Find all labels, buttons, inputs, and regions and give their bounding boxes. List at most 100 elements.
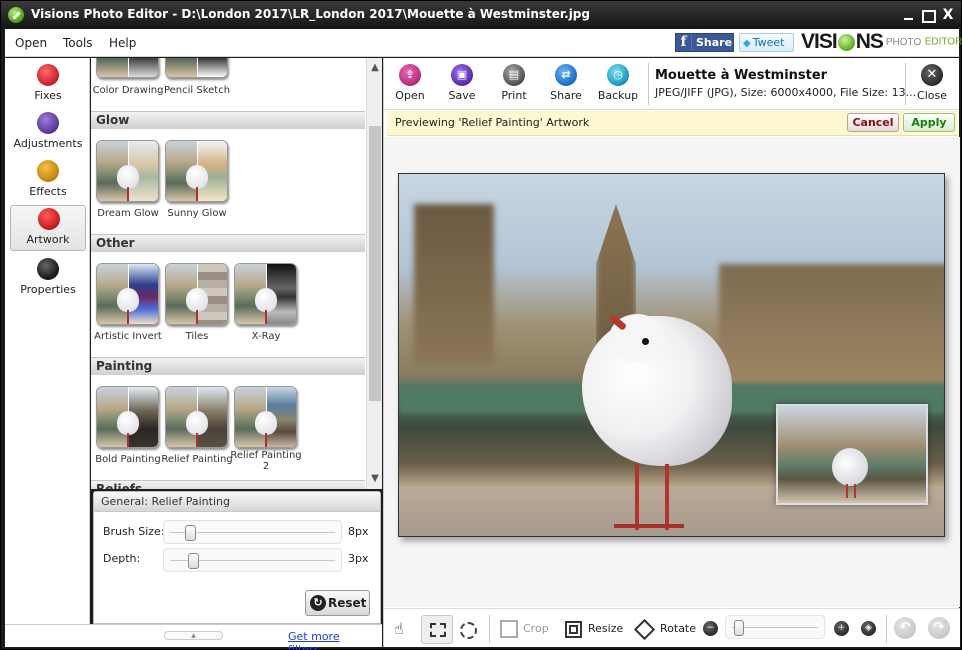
- cancel-button[interactable]: Cancel: [847, 113, 899, 132]
- original-preview-inset: [776, 404, 928, 505]
- filter-label: Sunny Glow: [167, 208, 227, 219]
- filter-thumb-tiles[interactable]: [165, 263, 228, 325]
- maximize-button[interactable]: [919, 6, 937, 24]
- toolbar-label: Save: [448, 89, 476, 102]
- crop-label: Crop: [523, 622, 549, 635]
- filter-list-scrollbar[interactable]: ▲ ▼: [366, 58, 382, 489]
- zoom-slider[interactable]: [725, 615, 825, 639]
- filter-thumb-color-drawing[interactable]: [96, 58, 159, 78]
- magic-wand-icon: [37, 64, 59, 86]
- depth-slider-knob[interactable]: [188, 553, 200, 569]
- sliders-icon: [37, 112, 59, 134]
- tweet-button[interactable]: ◆ Tweet: [739, 33, 794, 52]
- close-window-button[interactable]: X: [939, 6, 957, 24]
- facebook-share-label: Share: [696, 36, 733, 49]
- fit-to-screen-icon[interactable]: ◈: [861, 621, 876, 636]
- app-logo-icon: [8, 7, 24, 23]
- menu-tools[interactable]: Tools: [63, 36, 93, 50]
- depth-slider[interactable]: [163, 548, 342, 572]
- reset-button[interactable]: ↻ Reset: [305, 590, 370, 616]
- facebook-share-button[interactable]: f Share: [675, 33, 734, 52]
- minimize-button[interactable]: [900, 6, 918, 24]
- rotate-icon: [633, 618, 656, 640]
- toolbar-divider: [489, 615, 490, 643]
- title-bar: Visions Photo Editor - D:\London 2017\LR…: [1, 1, 961, 29]
- brush-size-slider-knob[interactable]: [185, 525, 197, 541]
- sidebar-item-artwork[interactable]: Artwork: [10, 205, 86, 251]
- sidebar-item-fixes[interactable]: Fixes: [10, 62, 86, 108]
- scrollbar-thumb[interactable]: [369, 126, 381, 401]
- crop-button[interactable]: Crop: [500, 616, 549, 642]
- filter-thumb-relief-painting[interactable]: [165, 386, 228, 448]
- image-canvas[interactable]: [384, 137, 960, 607]
- zoom-out-icon[interactable]: −: [703, 621, 718, 636]
- brush-size-label: Brush Size:: [103, 525, 165, 538]
- depth-label: Depth:: [103, 552, 141, 565]
- redo-icon[interactable]: ↷: [928, 617, 950, 639]
- backup-button[interactable]: ◷ Backup: [594, 62, 642, 106]
- category-sidebar: Fixes Adjustments Effects Artwork Proper…: [5, 58, 90, 624]
- filter-thumb-artistic-invert[interactable]: [96, 263, 159, 325]
- sidebar-label: Artwork: [26, 233, 70, 246]
- filter-thumb-relief-painting-2[interactable]: [234, 386, 297, 448]
- toolbar-divider: [886, 615, 887, 643]
- photo-preview[interactable]: [398, 173, 945, 537]
- get-more-filters-link[interactable]: Get more filters...: [288, 630, 382, 650]
- filter-thumb-dream-glow[interactable]: [96, 140, 159, 202]
- sidebar-item-properties[interactable]: Properties: [10, 256, 86, 302]
- rectangle-select-tool[interactable]: [421, 615, 453, 644]
- share-button[interactable]: ⇄ Share: [542, 62, 590, 106]
- section-header-reliefs: Reliefs: [91, 480, 365, 489]
- menu-open[interactable]: Open: [15, 36, 47, 50]
- palette-icon: [38, 208, 60, 230]
- rectangle-select-icon: [430, 623, 446, 637]
- menu-bar: Open Tools Help f Share ◆ Tweet VISI NS PHOT…: [5, 29, 962, 57]
- close-icon: ✕: [921, 64, 943, 86]
- filter-thumb-bold-painting[interactable]: [96, 386, 159, 448]
- ellipse-select-tool[interactable]: [460, 622, 477, 639]
- apply-button[interactable]: Apply: [903, 113, 955, 132]
- depth-value: 3px: [348, 552, 369, 565]
- print-button[interactable]: ▤ Print: [490, 62, 538, 106]
- scroll-down-arrow-icon[interactable]: ▼: [367, 471, 383, 487]
- filter-thumb-pencil-sketch[interactable]: [165, 58, 228, 78]
- section-header-painting: Painting: [91, 357, 365, 375]
- brush-size-slider[interactable]: [163, 520, 342, 544]
- app-window: Visions Photo Editor - D:\London 2017\LR…: [0, 0, 962, 650]
- file-meta: JPEG/JIFF (JPG), Size: 6000x4000, File S…: [655, 86, 917, 99]
- rotate-button[interactable]: Rotate: [633, 616, 697, 642]
- close-image-button[interactable]: ✕ Close: [910, 62, 954, 106]
- sidebar-item-adjustments[interactable]: Adjustments: [10, 110, 86, 156]
- preview-notification-bar: Previewing 'Relief Painting' Artwork Can…: [387, 111, 958, 136]
- sidebar-label: Effects: [29, 185, 67, 198]
- save-button[interactable]: ▣ Save: [438, 62, 486, 106]
- resize-icon: [565, 620, 582, 638]
- print-icon: ▤: [503, 64, 525, 86]
- zoom-slider-knob[interactable]: [733, 620, 744, 636]
- window-title: Visions Photo Editor - D:\London 2017\LR…: [31, 7, 590, 21]
- filter-thumb-x-ray[interactable]: [234, 263, 297, 325]
- zoom-in-icon[interactable]: +: [834, 621, 849, 636]
- filter-label: X-Ray: [251, 331, 281, 342]
- filter-thumb-sunny-glow[interactable]: [165, 140, 228, 202]
- backup-icon: ◷: [607, 64, 629, 86]
- rotate-label: Rotate: [660, 622, 697, 635]
- brand-logo-icon: [837, 33, 855, 51]
- collapse-panel-button[interactable]: ▲: [164, 631, 223, 640]
- toolbar-label: Print: [501, 89, 527, 102]
- sidebar-item-effects[interactable]: Effects: [10, 158, 86, 204]
- share-icon: ⇄: [555, 64, 577, 86]
- scroll-up-arrow-icon[interactable]: ▲: [367, 60, 383, 76]
- undo-icon[interactable]: ↶: [894, 617, 916, 639]
- reset-label: Reset: [328, 596, 367, 610]
- brand-name-left: VISI: [801, 30, 838, 53]
- twitter-bird-icon: ◆: [743, 38, 751, 49]
- menu-help[interactable]: Help: [109, 36, 136, 50]
- open-button[interactable]: ⇪ Open: [386, 62, 434, 106]
- document-icon: [37, 258, 59, 280]
- save-icon: ▣: [451, 64, 473, 86]
- hand-tool-icon[interactable]: ☝: [394, 619, 404, 638]
- brand-logo: VISI NS PHOTO EDITOR: [801, 30, 962, 54]
- sidebar-label: Adjustments: [13, 137, 83, 150]
- resize-button[interactable]: Resize: [565, 616, 623, 642]
